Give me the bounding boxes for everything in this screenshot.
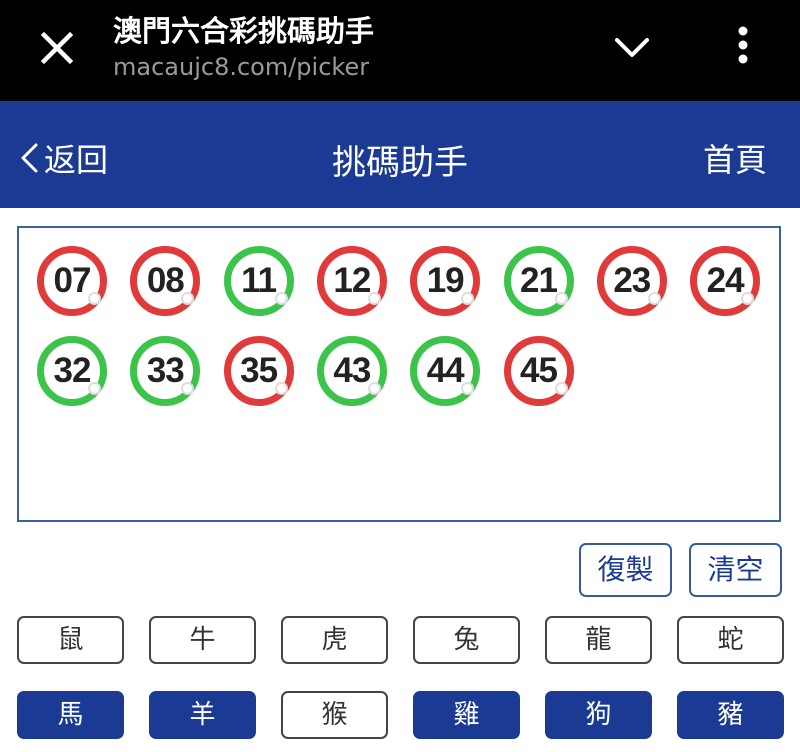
number-ball[interactable]: 12 bbox=[316, 246, 387, 316]
number-ball[interactable]: 23 bbox=[596, 246, 667, 316]
number-ball[interactable]: 19 bbox=[410, 246, 481, 316]
number-ball[interactable]: 35 bbox=[223, 336, 294, 406]
zodiac-button[interactable]: 羊 bbox=[149, 691, 256, 739]
zodiac-button[interactable]: 兔 bbox=[413, 616, 520, 664]
selected-numbers-panel: 07 08 11 12 19 21 23 24 32 33 35 43 44 45 bbox=[17, 226, 781, 522]
home-link[interactable]: 首頁 bbox=[703, 135, 767, 181]
zodiac-button[interactable]: 牛 bbox=[149, 616, 256, 664]
number-ball[interactable]: 24 bbox=[690, 246, 761, 316]
number-ball[interactable]: 32 bbox=[37, 336, 107, 406]
ball-highlight-icon bbox=[88, 292, 101, 305]
number-ball[interactable]: 11 bbox=[223, 246, 294, 316]
more-options-icon[interactable] bbox=[724, 22, 762, 68]
number-ball[interactable]: 45 bbox=[503, 336, 574, 406]
ball-highlight-icon bbox=[461, 292, 475, 305]
ball-highlight-icon bbox=[461, 382, 475, 395]
zodiac-button[interactable]: 猴 bbox=[281, 691, 388, 739]
number-ball[interactable]: 33 bbox=[130, 336, 201, 406]
ball-highlight-icon bbox=[741, 292, 755, 305]
close-icon[interactable] bbox=[34, 25, 80, 71]
ball-highlight-icon bbox=[274, 382, 288, 395]
number-ball[interactable]: 43 bbox=[316, 336, 387, 406]
ball-highlight-icon bbox=[88, 382, 101, 395]
ball-highlight-icon bbox=[647, 292, 661, 305]
browser-top-bar: 澳門六合彩挑碼助手 macaujc8.com/picker bbox=[0, 0, 800, 101]
zodiac-button[interactable]: 豬 bbox=[677, 691, 784, 739]
ball-highlight-icon bbox=[181, 292, 195, 305]
zodiac-button[interactable]: 龍 bbox=[545, 616, 652, 664]
clear-button[interactable]: 清空 bbox=[689, 543, 782, 597]
zodiac-button[interactable]: 雞 bbox=[413, 691, 520, 739]
browser-page-title: 澳門六合彩挑碼助手 bbox=[113, 14, 375, 48]
ball-highlight-icon bbox=[367, 382, 381, 395]
chevron-down-icon[interactable] bbox=[611, 26, 653, 68]
browser-url: macaujc8.com/picker bbox=[113, 53, 370, 81]
number-ball[interactable]: 44 bbox=[410, 336, 481, 406]
zodiac-button[interactable]: 鼠 bbox=[17, 616, 124, 664]
page-title: 挑碼助手 bbox=[332, 143, 468, 183]
ball-highlight-icon bbox=[274, 292, 288, 305]
ball-highlight-icon bbox=[554, 382, 568, 395]
ball-highlight-icon bbox=[181, 382, 195, 395]
app-header: 返回 挑碼助手 首頁 bbox=[0, 101, 800, 208]
number-ball[interactable]: 21 bbox=[503, 246, 574, 316]
zodiac-button[interactable]: 蛇 bbox=[677, 616, 784, 664]
number-ball[interactable]: 08 bbox=[130, 246, 201, 316]
ball-highlight-icon bbox=[367, 292, 381, 305]
ball-highlight-icon bbox=[554, 292, 568, 305]
zodiac-button[interactable]: 虎 bbox=[281, 616, 388, 664]
number-ball[interactable]: 07 bbox=[37, 246, 107, 316]
copy-button[interactable]: 復製 bbox=[579, 543, 672, 597]
zodiac-button[interactable]: 馬 bbox=[17, 691, 124, 739]
zodiac-button[interactable]: 狗 bbox=[545, 691, 652, 739]
